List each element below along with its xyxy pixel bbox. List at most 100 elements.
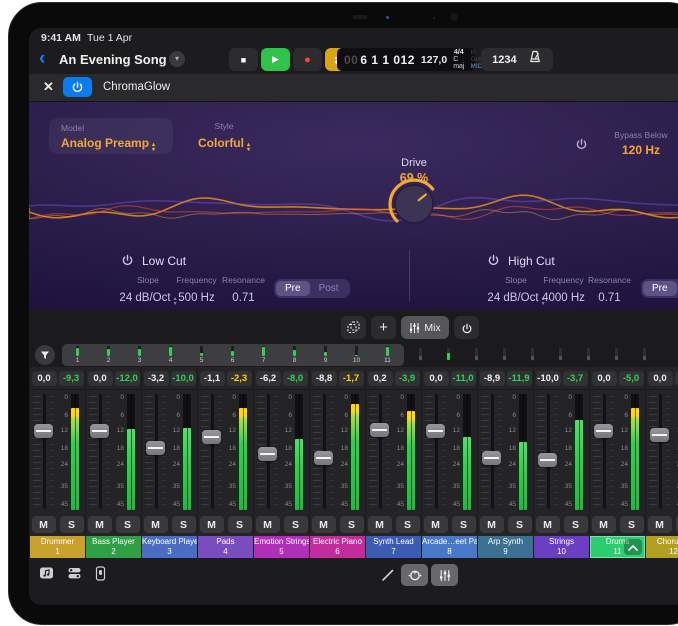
mute-button[interactable]: M bbox=[368, 516, 392, 533]
track-label[interactable]: Pads4 bbox=[198, 536, 253, 558]
track-label[interactable]: Strings10 bbox=[534, 536, 589, 558]
mute-button[interactable]: M bbox=[424, 516, 448, 533]
mute-button[interactable]: M bbox=[592, 516, 616, 533]
fader-handle[interactable] bbox=[538, 453, 557, 467]
solo-button[interactable]: S bbox=[284, 516, 308, 533]
solo-button[interactable]: S bbox=[116, 516, 140, 533]
track-label[interactable]: Bass Player2 bbox=[86, 536, 141, 558]
peak-value[interactable] bbox=[675, 371, 678, 386]
peak-value[interactable]: -3,7 bbox=[563, 371, 588, 386]
fader-handle[interactable] bbox=[258, 447, 277, 461]
fader-handle[interactable] bbox=[426, 424, 445, 438]
solo-button[interactable]: S bbox=[508, 516, 532, 533]
volume-value[interactable]: 0,0 bbox=[648, 371, 673, 386]
mute-button[interactable]: M bbox=[536, 516, 560, 533]
solo-button[interactable]: S bbox=[620, 516, 644, 533]
peak-value[interactable]: -8,0 bbox=[283, 371, 308, 386]
bypass-power-icon[interactable] bbox=[575, 138, 588, 151]
volume-value[interactable]: 0,0 bbox=[32, 371, 57, 386]
mixer-power-button[interactable] bbox=[454, 316, 479, 339]
track-label[interactable]: Arcade…eet Pad8 bbox=[422, 536, 477, 558]
volume-value[interactable]: 0,0 bbox=[88, 371, 113, 386]
mute-button[interactable]: M bbox=[256, 516, 280, 533]
stop-button[interactable]: ■ bbox=[229, 48, 258, 71]
count-in-button[interactable]: 1234 bbox=[492, 54, 516, 66]
peak-value[interactable]: -10,0 bbox=[171, 371, 196, 386]
model-selector[interactable]: Model Analog Preamp▴▾ bbox=[49, 118, 173, 154]
peak-value[interactable]: -12,0 bbox=[115, 371, 140, 386]
solo-button[interactable]: S bbox=[340, 516, 364, 533]
peak-value[interactable]: -3,9 bbox=[395, 371, 420, 386]
play-button[interactable]: ▶ bbox=[261, 48, 290, 71]
mute-button[interactable]: M bbox=[648, 516, 672, 533]
high-cut-resonance[interactable]: Resonance 0.71 bbox=[582, 275, 637, 306]
solo-button[interactable]: S bbox=[228, 516, 252, 533]
solo-button[interactable]: S bbox=[452, 516, 476, 533]
track-label[interactable]: Drums11 bbox=[590, 536, 645, 558]
pre-button[interactable]: Pre bbox=[643, 281, 677, 296]
volume-value[interactable]: -3,2 bbox=[144, 371, 169, 386]
fader-handle[interactable] bbox=[482, 451, 501, 465]
peak-value[interactable]: -11,0 bbox=[451, 371, 476, 386]
mute-button[interactable]: M bbox=[480, 516, 504, 533]
peak-value[interactable]: -5,0 bbox=[619, 371, 644, 386]
drive-knob[interactable] bbox=[386, 176, 442, 232]
track-label[interactable]: Synth Lead7 bbox=[366, 536, 421, 558]
low-cut-resonance[interactable]: Resonance 0.71 bbox=[216, 275, 271, 306]
solo-button[interactable]: S bbox=[564, 516, 588, 533]
post-button[interactable]: Post bbox=[310, 281, 348, 296]
fader-strip-icon[interactable] bbox=[95, 566, 106, 586]
add-track-button[interactable]: + bbox=[371, 316, 396, 339]
overview-window[interactable]: 1234567891011 bbox=[62, 344, 404, 366]
fader-handle[interactable] bbox=[146, 441, 165, 455]
track-label[interactable]: Electric Piano6 bbox=[310, 536, 365, 558]
mute-button[interactable]: M bbox=[88, 516, 112, 533]
mute-button[interactable]: M bbox=[312, 516, 336, 533]
bypass-control[interactable]: Bypass Below 120 Hz bbox=[605, 130, 677, 157]
fader-handle[interactable] bbox=[650, 428, 669, 442]
volume-value[interactable]: 0,0 bbox=[592, 371, 617, 386]
volume-value[interactable]: 0,2 bbox=[368, 371, 393, 386]
peak-value[interactable]: -11,9 bbox=[507, 371, 532, 386]
duplicate-button[interactable] bbox=[341, 316, 366, 339]
volume-value[interactable]: 0,0 bbox=[424, 371, 449, 386]
collapse-stack-button[interactable] bbox=[624, 539, 642, 555]
volume-value[interactable]: -1,1 bbox=[200, 371, 225, 386]
track-label[interactable]: Arp Synth9 bbox=[478, 536, 533, 558]
lcd-display[interactable]: 00 6 1 1 012 127,0 4/4 C maj In Out MIDI bbox=[337, 48, 475, 71]
plugin-power-button[interactable] bbox=[63, 77, 92, 97]
low-cut-power-icon[interactable] bbox=[121, 254, 134, 267]
close-plugin-icon[interactable]: ✕ bbox=[43, 79, 54, 95]
controls-view-button[interactable] bbox=[401, 564, 428, 586]
pencil-icon[interactable] bbox=[381, 568, 395, 587]
volume-value[interactable]: -8,9 bbox=[480, 371, 505, 386]
fader-handle[interactable] bbox=[202, 430, 221, 444]
mix-toggle-button[interactable]: Mix bbox=[401, 316, 449, 339]
mute-button[interactable]: M bbox=[200, 516, 224, 533]
record-button[interactable]: ● bbox=[293, 48, 322, 71]
filter-button[interactable] bbox=[35, 345, 55, 365]
pre-button[interactable]: Pre bbox=[276, 281, 310, 296]
peak-value[interactable]: -9,3 bbox=[59, 371, 84, 386]
mixer-view-button[interactable] bbox=[431, 564, 458, 586]
fader-handle[interactable] bbox=[370, 423, 389, 437]
track-label[interactable]: Keyboard Player3 bbox=[142, 536, 197, 558]
style-selector[interactable]: Style Colorful▴▾ bbox=[181, 121, 267, 153]
track-label[interactable]: Drummer1 bbox=[30, 536, 85, 558]
song-menu-chevron-icon[interactable]: ▾ bbox=[169, 51, 185, 67]
volume-value[interactable]: -8,8 bbox=[312, 371, 337, 386]
fader-handle[interactable] bbox=[90, 424, 109, 438]
song-title[interactable]: An Evening Song bbox=[59, 52, 167, 67]
fader-handle[interactable] bbox=[314, 451, 333, 465]
volume-value[interactable]: -6,2 bbox=[256, 371, 281, 386]
peak-value[interactable]: -1,7 bbox=[339, 371, 364, 386]
mute-button[interactable]: M bbox=[144, 516, 168, 533]
solo-button[interactable]: S bbox=[60, 516, 84, 533]
solo-button[interactable]: S bbox=[396, 516, 420, 533]
peak-value[interactable]: -2,3 bbox=[227, 371, 252, 386]
fader-handle[interactable] bbox=[594, 424, 613, 438]
fader-handle[interactable] bbox=[34, 424, 53, 438]
high-cut-power-icon[interactable] bbox=[487, 254, 500, 267]
volume-value[interactable]: -10,0 bbox=[536, 371, 561, 386]
plugins-stack-icon[interactable] bbox=[67, 566, 82, 585]
